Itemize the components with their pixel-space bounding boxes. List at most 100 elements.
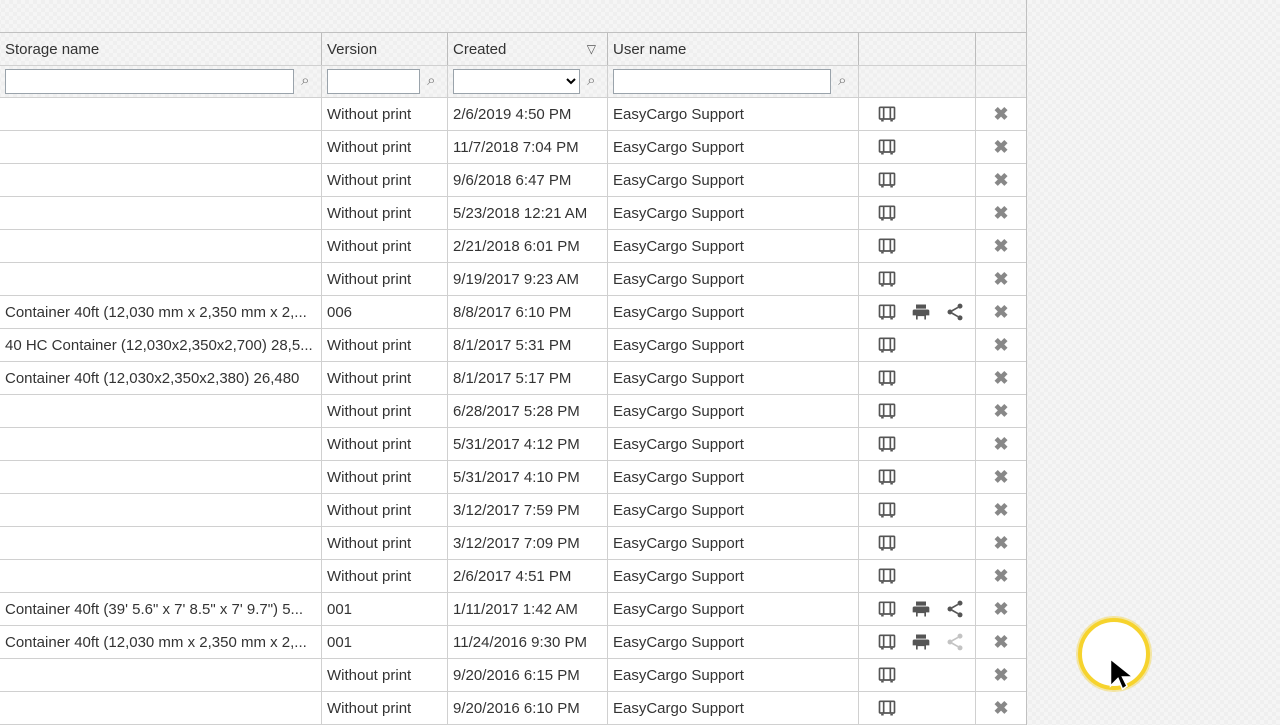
cell-user: EasyCargo Support (608, 296, 859, 328)
cell-created: 9/20/2016 6:15 PM (448, 659, 608, 691)
delete-icon[interactable] (993, 593, 1008, 625)
table-row[interactable]: Without print11/7/2018 7:04 PMEasyCargo … (0, 131, 1026, 164)
col-header-user[interactable]: User name (608, 33, 859, 65)
cell-created: 2/6/2019 4:50 PM (448, 98, 608, 130)
delete-icon[interactable] (993, 131, 1008, 163)
cargo-icon[interactable] (877, 599, 897, 619)
cell-version: Without print (322, 197, 448, 229)
cargo-icon[interactable] (877, 236, 897, 256)
print-icon[interactable] (911, 599, 931, 619)
table-row[interactable]: Without print3/12/2017 7:09 PMEasyCargo … (0, 527, 1026, 560)
delete-icon[interactable] (993, 362, 1008, 394)
delete-icon[interactable] (993, 626, 1008, 658)
cargo-icon[interactable] (877, 170, 897, 190)
delete-icon[interactable] (993, 461, 1008, 493)
cargo-icon[interactable] (877, 698, 897, 718)
cargo-icon[interactable] (877, 335, 897, 355)
delete-icon[interactable] (993, 329, 1008, 361)
filter-input-user[interactable] (613, 69, 831, 94)
cargo-icon[interactable] (877, 566, 897, 586)
cargo-icon[interactable] (877, 632, 897, 652)
cell-actions (859, 362, 976, 394)
table-row[interactable]: Without print2/6/2017 4:51 PMEasyCargo S… (0, 560, 1026, 593)
cargo-icon[interactable] (877, 302, 897, 322)
table-row[interactable]: Without print9/19/2017 9:23 AMEasyCargo … (0, 263, 1026, 296)
cell-created: 9/20/2016 6:10 PM (448, 692, 608, 724)
cell-created: 5/23/2018 12:21 AM (448, 197, 608, 229)
cargo-icon[interactable] (877, 269, 897, 289)
cell-storage (0, 197, 322, 229)
table-row[interactable]: Without print5/31/2017 4:12 PMEasyCargo … (0, 428, 1026, 461)
cell-actions (859, 494, 976, 526)
table-row[interactable]: Without print5/31/2017 4:10 PMEasyCargo … (0, 461, 1026, 494)
cell-delete (976, 263, 1026, 295)
table-row[interactable]: Without print9/20/2016 6:10 PMEasyCargo … (0, 692, 1026, 725)
table-row[interactable]: Container 40ft (12,030 mm x 2,350 mm x 2… (0, 626, 1026, 659)
delete-icon[interactable] (993, 428, 1008, 460)
table-row[interactable]: Without print2/6/2019 4:50 PMEasyCargo S… (0, 98, 1026, 131)
col-header-storage[interactable]: Storage name (0, 33, 322, 65)
table-row[interactable]: Without print6/28/2017 5:28 PMEasyCargo … (0, 395, 1026, 428)
delete-icon[interactable] (993, 527, 1008, 559)
print-icon[interactable] (911, 302, 931, 322)
col-header-created[interactable]: Created ▽ (448, 33, 608, 65)
col-header-created-label: Created (453, 41, 506, 58)
delete-icon[interactable] (993, 692, 1008, 724)
cell-created: 8/1/2017 5:31 PM (448, 329, 608, 361)
delete-icon[interactable] (993, 395, 1008, 427)
cell-version: Without print (322, 362, 448, 394)
cell-version: 001 (322, 593, 448, 625)
filter-input-storage[interactable] (5, 69, 294, 94)
filter-icon[interactable]: ⌕ (838, 66, 852, 96)
cargo-icon[interactable] (877, 401, 897, 421)
cargo-icon[interactable] (877, 137, 897, 157)
cargo-icon[interactable] (877, 203, 897, 223)
table-row[interactable]: Without print5/23/2018 12:21 AMEasyCargo… (0, 197, 1026, 230)
delete-icon[interactable] (993, 494, 1008, 526)
cargo-icon[interactable] (877, 467, 897, 487)
cell-delete (976, 461, 1026, 493)
col-header-version[interactable]: Version (322, 33, 448, 65)
share-icon[interactable] (945, 302, 965, 322)
filter-icon[interactable]: ⌕ (587, 66, 601, 96)
table-row[interactable]: Without print9/20/2016 6:15 PMEasyCargo … (0, 659, 1026, 692)
cell-actions (859, 626, 976, 658)
filter-icon[interactable]: ⌕ (427, 66, 441, 96)
table-row[interactable]: Container 40ft (12,030 mm x 2,350 mm x 2… (0, 296, 1026, 329)
share-icon[interactable] (945, 599, 965, 619)
col-header-delete (976, 33, 1026, 65)
cell-user: EasyCargo Support (608, 263, 859, 295)
table-row[interactable]: Without print3/12/2017 7:59 PMEasyCargo … (0, 494, 1026, 527)
cargo-icon[interactable] (877, 368, 897, 388)
cell-created: 5/31/2017 4:10 PM (448, 461, 608, 493)
cargo-icon[interactable] (877, 533, 897, 553)
cell-user: EasyCargo Support (608, 329, 859, 361)
cell-user: EasyCargo Support (608, 560, 859, 592)
cell-storage (0, 428, 322, 460)
cell-version: Without print (322, 692, 448, 724)
table-row[interactable]: Without print2/21/2018 6:01 PMEasyCargo … (0, 230, 1026, 263)
table-row[interactable]: Container 40ft (39' 5.6" x 7' 8.5" x 7' … (0, 593, 1026, 626)
filter-icon[interactable]: ⌕ (301, 66, 315, 96)
delete-icon[interactable] (993, 296, 1008, 328)
cargo-icon[interactable] (877, 500, 897, 520)
delete-icon[interactable] (993, 560, 1008, 592)
delete-icon[interactable] (993, 263, 1008, 295)
cargo-icon[interactable] (877, 665, 897, 685)
delete-icon[interactable] (993, 659, 1008, 691)
cell-created: 2/6/2017 4:51 PM (448, 560, 608, 592)
cargo-icon[interactable] (877, 104, 897, 124)
filter-input-version[interactable] (327, 69, 420, 94)
cargo-icon[interactable] (877, 434, 897, 454)
table-row[interactable]: Container 40ft (12,030x2,350x2,380) 26,4… (0, 362, 1026, 395)
delete-icon[interactable] (993, 164, 1008, 196)
cell-version: Without print (322, 230, 448, 262)
share-icon[interactable] (945, 632, 965, 652)
table-row[interactable]: 40 HC Container (12,030x2,350x2,700) 28,… (0, 329, 1026, 362)
table-row[interactable]: Without print9/6/2018 6:47 PMEasyCargo S… (0, 164, 1026, 197)
delete-icon[interactable] (993, 98, 1008, 130)
delete-icon[interactable] (993, 230, 1008, 262)
delete-icon[interactable] (993, 197, 1008, 229)
filter-select-created[interactable] (453, 69, 580, 94)
print-icon[interactable] (911, 632, 931, 652)
